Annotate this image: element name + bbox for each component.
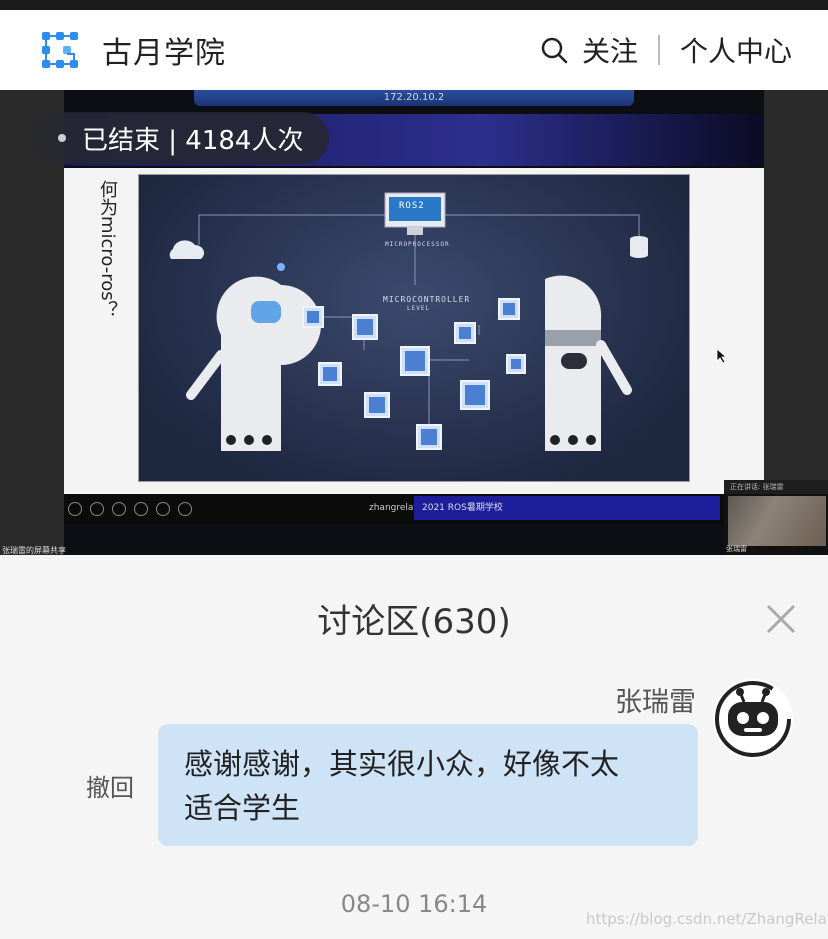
follow-button[interactable]: 关注: [582, 30, 638, 70]
more-button[interactable]: [178, 502, 192, 516]
presentation-controls: zhangrelay 2021 ROS暑期学校: [64, 494, 764, 524]
diagram-graphic: [169, 192, 648, 451]
watermark: https://blog.csdn.net/ZhangRelay: [586, 910, 828, 928]
slides-button[interactable]: [134, 502, 148, 516]
pen-button[interactable]: [112, 502, 126, 516]
diagram-microcontroller-label: MICROCONTROLLER: [383, 295, 471, 304]
discussion-title: 讨论区(630): [317, 602, 511, 642]
prev-slide-button[interactable]: [68, 502, 82, 516]
micro-ros-diagram: ROS2 MICROPROCESSOR MICROCONTROLLER LEVE…: [138, 174, 690, 482]
brand-title: 古月学院: [102, 36, 226, 71]
presenter-name: zhangrelay: [369, 503, 419, 513]
close-icon[interactable]: [762, 600, 800, 638]
grid-logo-icon: [42, 32, 78, 68]
message-sender: 张瑞雷: [615, 687, 696, 718]
live-status-text: 已结束 | 4184人次: [82, 125, 304, 156]
remote-desktop-bar: 172.20.10.2: [194, 90, 634, 106]
diagram-microprocessor-label: MICROPROCESSOR: [385, 241, 450, 248]
search-icon[interactable]: [540, 36, 568, 64]
message-line-1: 感谢感谢，其实很小众，好像不太: [184, 747, 620, 781]
diagram-ros-label: ROS2: [399, 201, 425, 211]
camera-title: 正在讲话: 张瑞雷: [724, 480, 828, 494]
presenter-camera[interactable]: 正在讲话: 张瑞雷 张瑞雷: [724, 480, 828, 555]
status-strip: [0, 0, 828, 10]
diagram-level-label: LEVEL: [407, 305, 431, 312]
brand[interactable]: 古月学院: [40, 28, 226, 72]
message-line-2: 适合学生: [184, 791, 301, 825]
header-divider: [657, 35, 660, 65]
mouse-cursor-icon: [716, 348, 728, 364]
message-bubble[interactable]: 感谢感谢，其实很小众，好像不太 适合学生: [158, 724, 698, 846]
live-status-pill: 已结束 | 4184人次: [34, 112, 330, 164]
camera-feed: [728, 496, 826, 546]
profile-link[interactable]: 个人中心: [680, 30, 792, 70]
status-dot: [58, 134, 66, 142]
slide-footer-banner: 2021 ROS暑期学校: [414, 496, 720, 520]
slide-vertical-title: 何为micro-ros？: [97, 180, 118, 319]
screen-share-label: 张瑞雷的屏幕共享: [2, 546, 66, 555]
video-player[interactable]: 172.20.10.2 何为micro-ros？ ROS2 MICROPROCE…: [0, 90, 828, 555]
slide: 何为micro-ros？ ROS2 MICROPROCESSOR MICROCO…: [64, 168, 764, 494]
robot-avatar-icon[interactable]: [712, 678, 794, 760]
zoom-button[interactable]: [156, 502, 170, 516]
next-slide-button[interactable]: [90, 502, 104, 516]
camera-name: 张瑞雷: [726, 545, 747, 553]
remote-ip: 172.20.10.2: [383, 92, 445, 103]
recall-button[interactable]: 撤回: [86, 768, 134, 803]
app-header: 古月学院 关注 个人中心: [0, 10, 828, 90]
